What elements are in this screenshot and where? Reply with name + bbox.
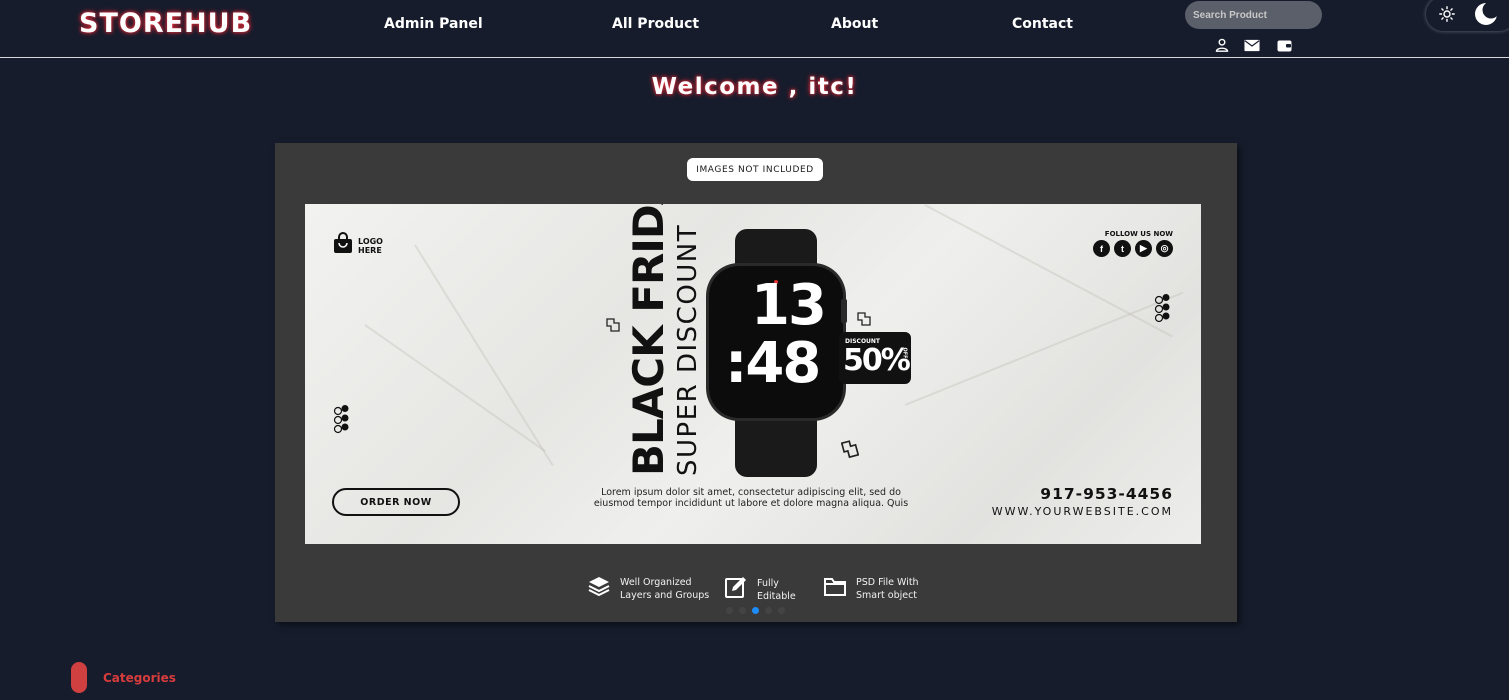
follow-us-label: FOLLOW US NOW bbox=[1104, 230, 1173, 238]
hero-carousel[interactable]: IMAGES NOT INCLUDED LOGO HERE FOLLOW US … bbox=[275, 143, 1237, 622]
carousel-indicator[interactable] bbox=[726, 607, 733, 614]
puzzle-decoration-icon bbox=[606, 318, 620, 332]
watch-minute: :48 bbox=[725, 331, 821, 396]
discount-badge: DISCOUNT 50% OFF bbox=[839, 332, 911, 384]
twitter-icon[interactable]: t bbox=[1114, 240, 1131, 257]
shopping-bag-icon bbox=[332, 232, 354, 259]
banner-logo: LOGO HERE bbox=[332, 232, 383, 259]
banner-phone: 917-953-4456 bbox=[1040, 485, 1173, 503]
banner-crease bbox=[904, 291, 1184, 406]
banner-website: WWW.YOURWEBSITE.COM bbox=[991, 505, 1173, 518]
nav-admin-panel[interactable]: Admin Panel bbox=[384, 16, 483, 32]
facebook-icon[interactable]: f bbox=[1093, 240, 1110, 257]
mail-icon[interactable] bbox=[1244, 37, 1260, 53]
feature-item: Well Organized Layers and Groups bbox=[587, 575, 709, 602]
brand-logo[interactable]: STOREHUB bbox=[79, 8, 252, 39]
banner-description: Lorem ipsum dolor sit amet, consectetur … bbox=[593, 487, 909, 509]
folder-icon bbox=[823, 575, 847, 602]
youtube-icon[interactable]: ▶ bbox=[1135, 240, 1152, 257]
instagram-icon[interactable]: ◎ bbox=[1156, 240, 1173, 257]
logo-text-line1: LOGO bbox=[358, 236, 383, 246]
dots-decoration bbox=[333, 405, 349, 434]
super-discount-text: SUPER DISCOUNT bbox=[673, 223, 703, 476]
logo-text-line2: HERE bbox=[358, 245, 382, 255]
carousel-indicator[interactable] bbox=[752, 607, 759, 614]
sun-icon[interactable] bbox=[1434, 1, 1460, 27]
feature-item: PSD File With Smart object bbox=[823, 575, 919, 602]
order-now-button[interactable]: ORDER NOW bbox=[332, 488, 460, 516]
moon-icon[interactable] bbox=[1473, 1, 1499, 27]
dots-decoration bbox=[1154, 294, 1170, 323]
nav-all-product[interactable]: All Product bbox=[612, 16, 699, 32]
watch-strap-bottom bbox=[735, 409, 817, 477]
puzzle-decoration-icon bbox=[857, 312, 871, 326]
feature-line2: Smart object bbox=[856, 589, 918, 601]
user-icon[interactable] bbox=[1214, 37, 1230, 53]
banner-crease bbox=[414, 244, 554, 467]
carousel-indicator[interactable] bbox=[765, 607, 772, 614]
watch-crown bbox=[841, 299, 847, 323]
feature-line1: Fully bbox=[757, 577, 779, 589]
banner-headline: BLACK FRIDAY SUPER DISCOUNT bbox=[623, 204, 713, 476]
feature-line2: Editable bbox=[757, 590, 796, 602]
feature-line1: Well Organized bbox=[620, 576, 692, 588]
welcome-heading: Welcome , itc! bbox=[651, 74, 858, 100]
feature-list: Well Organized Layers and Groups Fully E… bbox=[587, 575, 927, 605]
carousel-indicator[interactable] bbox=[778, 607, 785, 614]
black-friday-text: BLACK FRIDAY bbox=[624, 204, 673, 476]
feature-line1: PSD File With bbox=[856, 576, 919, 588]
wallet-icon[interactable] bbox=[1276, 37, 1292, 53]
categories-heading[interactable]: Categories bbox=[103, 671, 176, 685]
edit-icon bbox=[724, 575, 748, 604]
discount-percent: 50% bbox=[843, 343, 911, 378]
search-input[interactable] bbox=[1185, 1, 1322, 29]
follow-us-block: FOLLOW US NOW f t ▶ ◎ bbox=[1093, 230, 1173, 257]
banner-crease bbox=[924, 204, 1173, 338]
nav-contact[interactable]: Contact bbox=[1012, 16, 1073, 32]
carousel-indicators bbox=[726, 607, 785, 614]
banner-crease bbox=[364, 324, 546, 453]
nav-about[interactable]: About bbox=[831, 16, 878, 32]
feature-item: Fully Editable bbox=[724, 575, 796, 604]
puzzle-decoration-icon bbox=[841, 440, 859, 458]
watch-hour: 13 bbox=[751, 273, 827, 338]
layers-icon bbox=[587, 575, 611, 602]
carousel-indicator[interactable] bbox=[739, 607, 746, 614]
theme-toggle[interactable] bbox=[1426, 0, 1509, 31]
navbar: STOREHUB Admin Panel All Product About C… bbox=[0, 0, 1509, 58]
discount-off-label: OFF bbox=[901, 347, 908, 359]
images-not-included-badge: IMAGES NOT INCLUDED bbox=[687, 158, 823, 181]
black-friday-banner[interactable]: LOGO HERE FOLLOW US NOW f t ▶ ◎ BLACK FR… bbox=[305, 204, 1201, 544]
categories-accent-bar bbox=[71, 662, 87, 693]
feature-line2: Layers and Groups bbox=[620, 589, 710, 601]
